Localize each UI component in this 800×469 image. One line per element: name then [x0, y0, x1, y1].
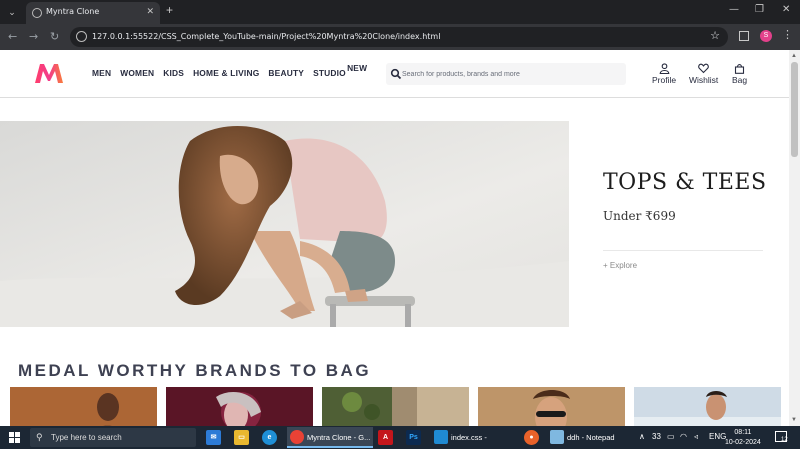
- mail-icon[interactable]: ✉: [206, 430, 221, 445]
- profile-avatar[interactable]: S: [760, 30, 772, 42]
- profile-action[interactable]: Profile: [652, 63, 676, 85]
- clock-date: 10-02-2024: [725, 439, 761, 446]
- notification-count: 12: [781, 437, 788, 443]
- hero-text-block: TOPS & TEES Under ₹699: [603, 170, 767, 223]
- volume-icon[interactable]: ◃: [694, 432, 698, 441]
- brand-card-4[interactable]: [478, 387, 625, 426]
- bag-label: Bag: [732, 75, 748, 85]
- photoshop-icon[interactable]: Ps: [406, 430, 421, 445]
- hero-subtitle: Under ₹699: [603, 209, 676, 223]
- nav-women[interactable]: WOMEN: [120, 68, 154, 78]
- new-badge: NEW: [347, 63, 368, 73]
- windows-start-icon[interactable]: [9, 432, 20, 443]
- nav-men[interactable]: MEN: [92, 68, 111, 78]
- brand-card-2[interactable]: [166, 387, 313, 426]
- explore-link[interactable]: + Explore: [603, 261, 637, 270]
- chrome-icon: [290, 430, 304, 444]
- browser-tab[interactable]: Myntra Clone ✕: [26, 2, 160, 24]
- taskbar-search-text: Type here to search: [51, 433, 122, 442]
- heart-icon: [698, 63, 709, 74]
- file-explorer-icon[interactable]: ▭: [234, 430, 249, 445]
- minimize-icon[interactable]: —: [729, 4, 739, 15]
- profile-label: Profile: [652, 75, 677, 85]
- scrollbar-thumb[interactable]: [791, 62, 798, 157]
- taskbar-app-notepad-label: ddh - Notepad: [567, 433, 615, 442]
- browser-toolbar: ← → ↻ 127.0.0.1:55522/CSS_Complete_YouTu…: [0, 24, 800, 50]
- section-title: MEDAL WORTHY BRANDS TO BAG: [18, 361, 372, 380]
- edge-icon[interactable]: e: [262, 430, 277, 445]
- bookmark-star-icon[interactable]: ☆: [710, 29, 720, 42]
- search-input[interactable]: [402, 63, 622, 85]
- tray-chevron-icon[interactable]: ∧: [639, 432, 645, 441]
- tab-search-icon[interactable]: ⌄: [4, 4, 20, 20]
- taskbar-app-vscode-label: index.css - CSS_C...: [451, 433, 487, 463]
- user-icon: [659, 63, 669, 74]
- windows-taskbar: ⚲ Type here to search ✉ ▭ e Myntra Clone…: [0, 426, 800, 463]
- wishlist-label: Wishlist: [689, 75, 719, 85]
- temperature[interactable]: 33: [652, 432, 661, 441]
- hero-title: TOPS & TEES: [603, 170, 767, 195]
- wishlist-action[interactable]: Wishlist: [689, 63, 718, 85]
- globe-icon: [32, 8, 42, 18]
- search-box: [386, 63, 626, 85]
- firefox-icon[interactable]: ●: [524, 430, 539, 445]
- main-nav: MEN WOMEN KIDS HOME & LIVING BEAUTY STUD…: [92, 63, 367, 78]
- brand-card-1[interactable]: [10, 387, 157, 426]
- taskbar-app-vscode[interactable]: index.css - CSS_C...: [431, 427, 517, 463]
- side-panel-icon[interactable]: [739, 31, 749, 41]
- scroll-down-icon[interactable]: ▼: [791, 417, 797, 423]
- search-icon: ⚲: [36, 432, 43, 442]
- site-info-icon[interactable]: [76, 31, 87, 42]
- back-icon[interactable]: ←: [8, 30, 17, 43]
- nav-studio-label[interactable]: STUDIO: [313, 68, 346, 78]
- tab-title: Myntra Clone: [46, 7, 100, 16]
- restore-icon[interactable]: ❐: [755, 4, 764, 15]
- brand-card-3[interactable]: [322, 387, 469, 426]
- url-text[interactable]: 127.0.0.1:55522/CSS_Complete_YouTube-mai…: [92, 32, 440, 41]
- menu-dots-icon[interactable]: ⋮: [782, 28, 793, 41]
- battery-icon[interactable]: ▭: [667, 432, 675, 441]
- hero-divider: [603, 250, 763, 251]
- notepad-icon: [550, 430, 564, 444]
- acrobat-icon[interactable]: A: [378, 430, 393, 445]
- clock-time: 08:11: [734, 429, 752, 436]
- taskbar-app-chrome[interactable]: Myntra Clone - G...: [287, 427, 373, 448]
- vscode-icon: [434, 430, 448, 444]
- reload-icon[interactable]: ↻: [50, 30, 59, 43]
- web-page: MEN WOMEN KIDS HOME & LIVING BEAUTY STUD…: [0, 50, 789, 426]
- scroll-up-icon[interactable]: ▲: [791, 53, 797, 59]
- brand-card-5[interactable]: [634, 387, 781, 426]
- new-tab-icon[interactable]: +: [166, 3, 173, 17]
- nav-studio[interactable]: STUDIO NEW: [313, 63, 367, 78]
- hero-banner-image[interactable]: [0, 121, 569, 327]
- page-scrollbar[interactable]: ▲ ▼: [789, 50, 800, 426]
- nav-beauty[interactable]: BEAUTY: [268, 68, 304, 78]
- window-close-icon[interactable]: ✕: [782, 4, 790, 15]
- site-header: MEN WOMEN KIDS HOME & LIVING BEAUTY STUD…: [0, 50, 789, 98]
- taskbar-search[interactable]: ⚲ Type here to search: [30, 428, 196, 447]
- system-clock[interactable]: 08:11 10-02-2024: [725, 428, 761, 448]
- taskbar-app-notepad[interactable]: ddh - Notepad: [547, 427, 631, 448]
- search-icon[interactable]: [390, 68, 402, 80]
- forward-icon[interactable]: →: [29, 30, 38, 43]
- nav-kids[interactable]: KIDS: [163, 68, 184, 78]
- bag-icon: [735, 64, 745, 74]
- bag-action[interactable]: Bag: [732, 63, 747, 85]
- close-icon[interactable]: ✕: [146, 6, 154, 17]
- taskbar-app-chrome-label: Myntra Clone - G...: [307, 433, 371, 442]
- address-bar[interactable]: 127.0.0.1:55522/CSS_Complete_YouTube-mai…: [70, 27, 728, 47]
- nav-home-living[interactable]: HOME & LIVING: [193, 68, 259, 78]
- browser-tab-strip: ⌄ Myntra Clone ✕ + — ❐ ✕: [0, 0, 800, 24]
- network-icon[interactable]: ◠: [680, 432, 687, 441]
- language-indicator[interactable]: ENG: [709, 432, 726, 441]
- myntra-logo[interactable]: [34, 62, 64, 84]
